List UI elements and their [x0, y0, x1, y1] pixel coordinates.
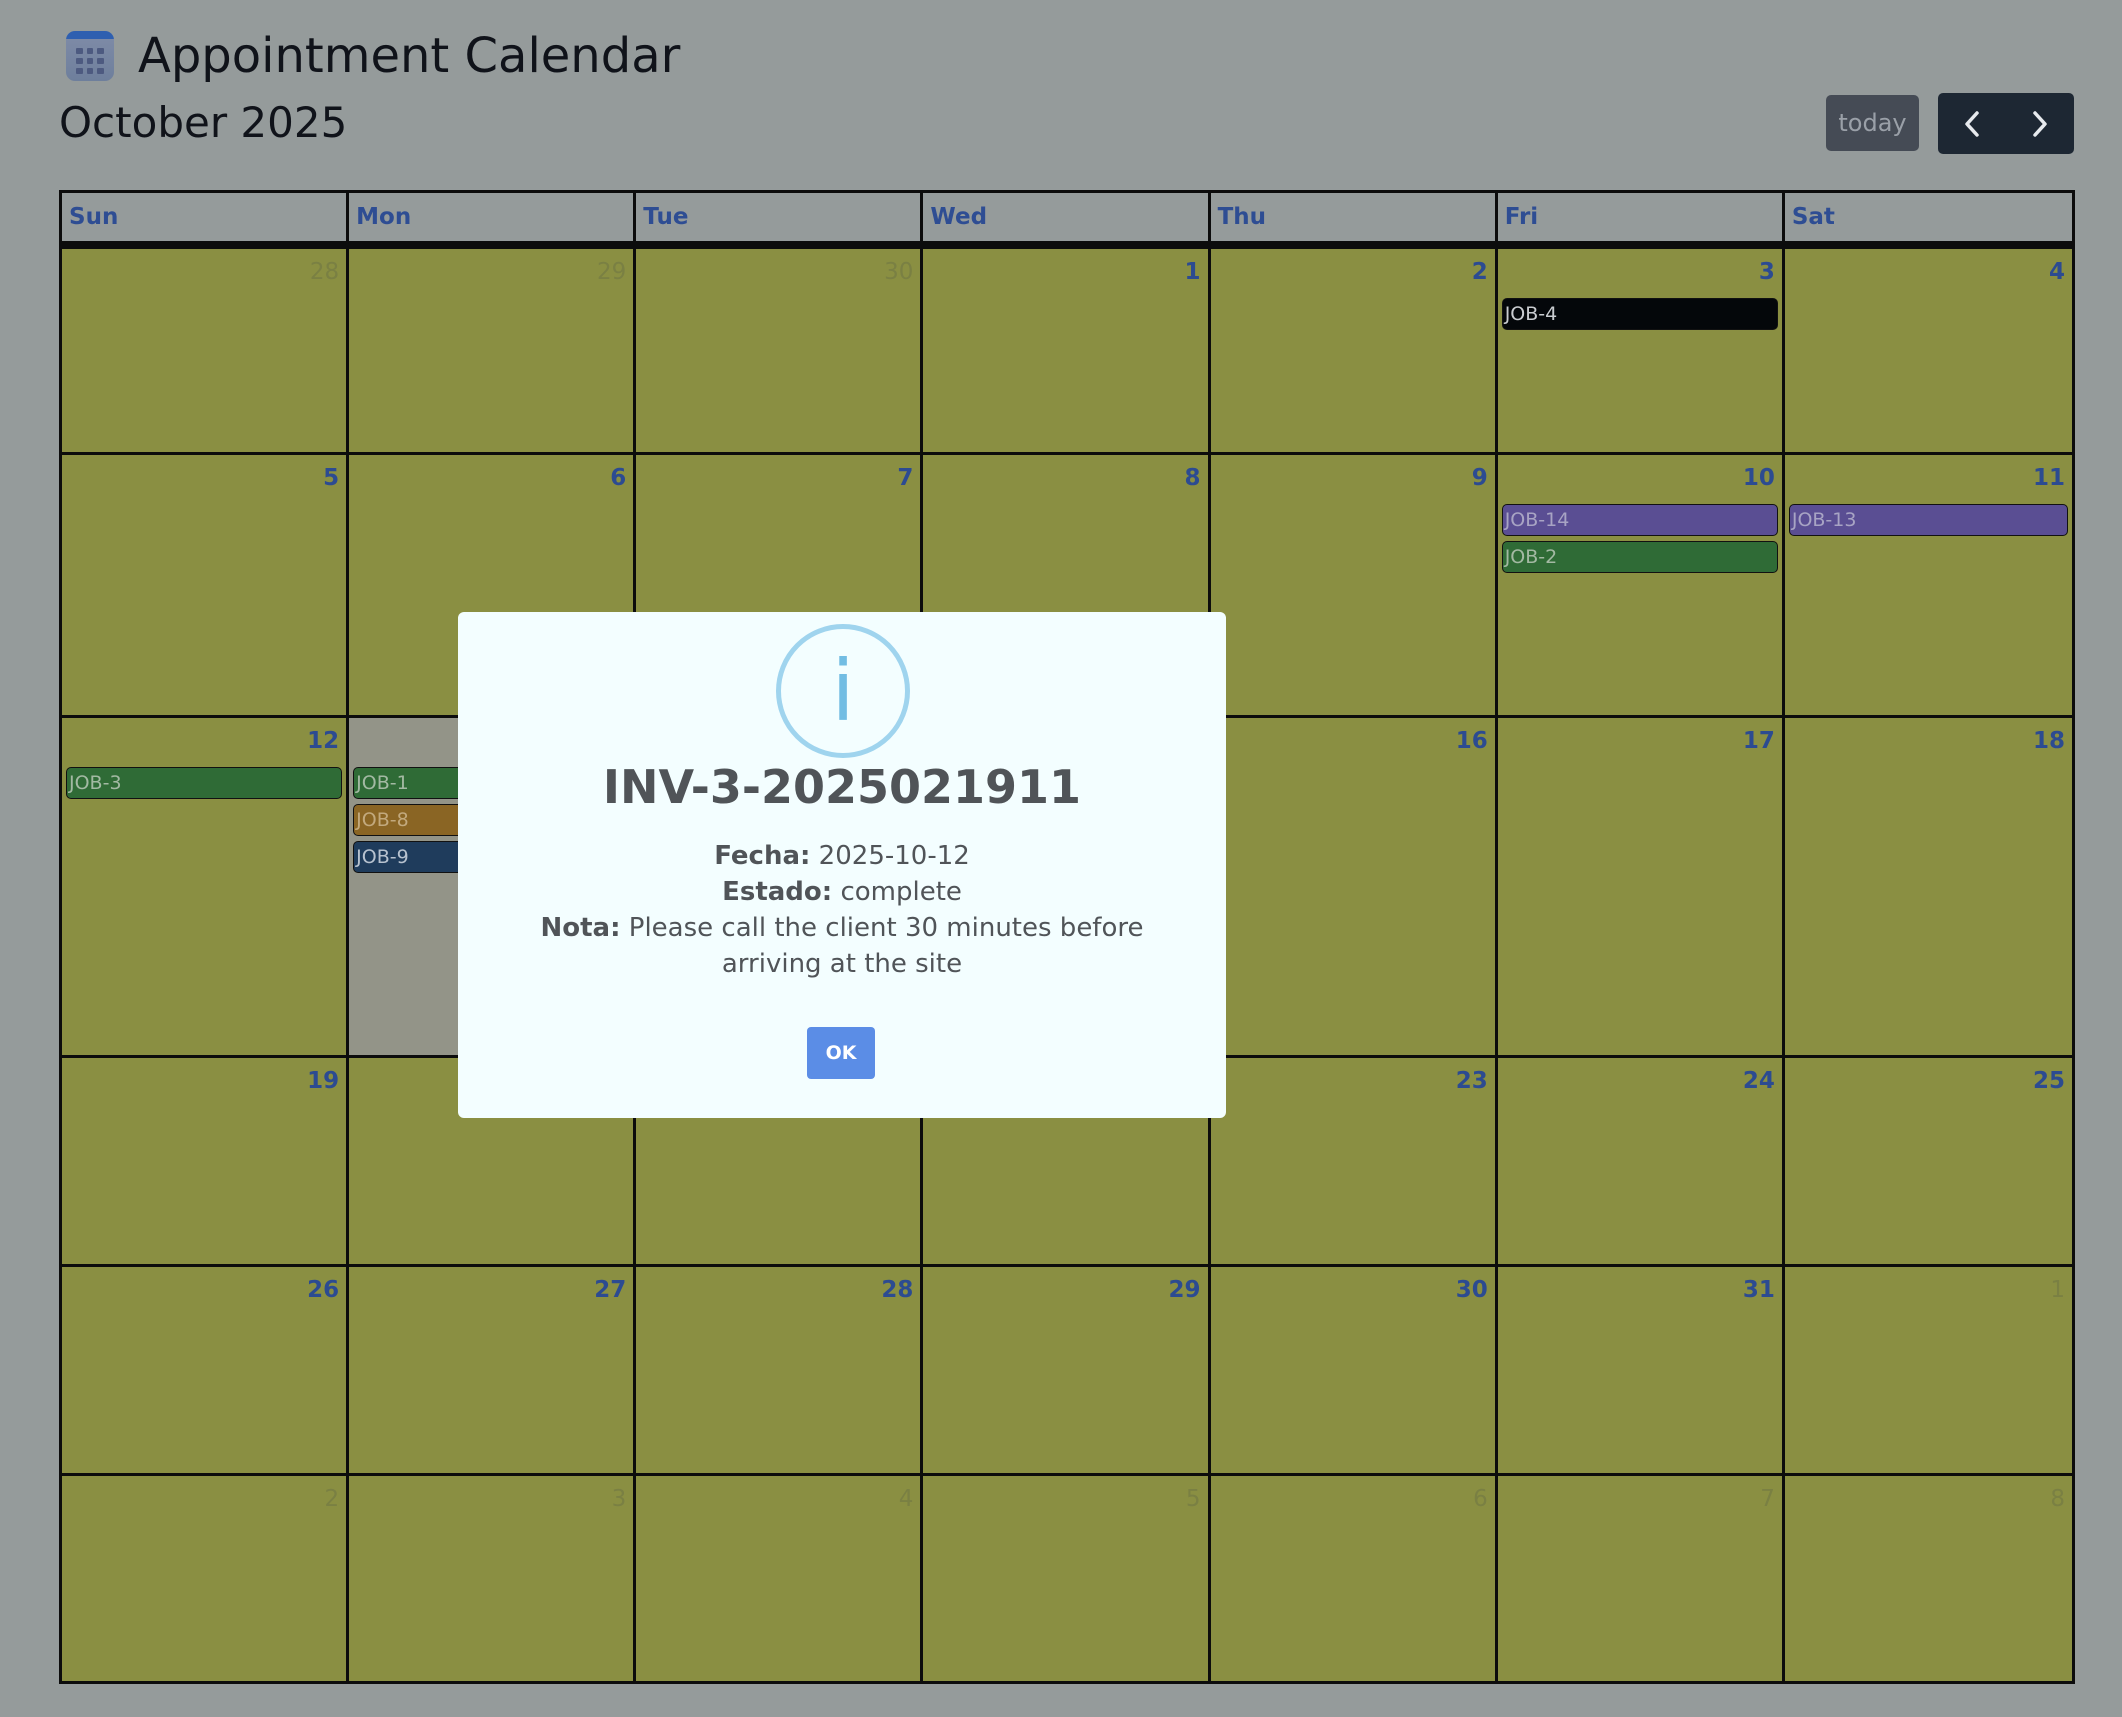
- modal-overlay: i INV-3-2025021911 Fecha: 2025-10-12 Est…: [0, 0, 2122, 1717]
- ok-button[interactable]: OK: [807, 1027, 875, 1079]
- dialog-title: INV-3-2025021911: [602, 760, 1082, 814]
- fecha-label: Fecha:: [714, 841, 811, 871]
- estado-line: Estado: complete: [498, 874, 1186, 910]
- nota-value: Please call the client 30 minutes before…: [620, 913, 1144, 979]
- estado-value: complete: [832, 877, 962, 907]
- nota-label: Nota:: [540, 913, 621, 943]
- estado-label: Estado:: [722, 877, 833, 907]
- info-icon: i: [776, 624, 910, 758]
- fecha-line: Fecha: 2025-10-12: [498, 838, 1186, 874]
- event-details-dialog: i INV-3-2025021911 Fecha: 2025-10-12 Est…: [458, 612, 1226, 1118]
- nota-line: Nota: Please call the client 30 minutes …: [498, 910, 1186, 982]
- dialog-body: Fecha: 2025-10-12 Estado: complete Nota:…: [498, 838, 1186, 982]
- fecha-value: 2025-10-12: [810, 841, 970, 871]
